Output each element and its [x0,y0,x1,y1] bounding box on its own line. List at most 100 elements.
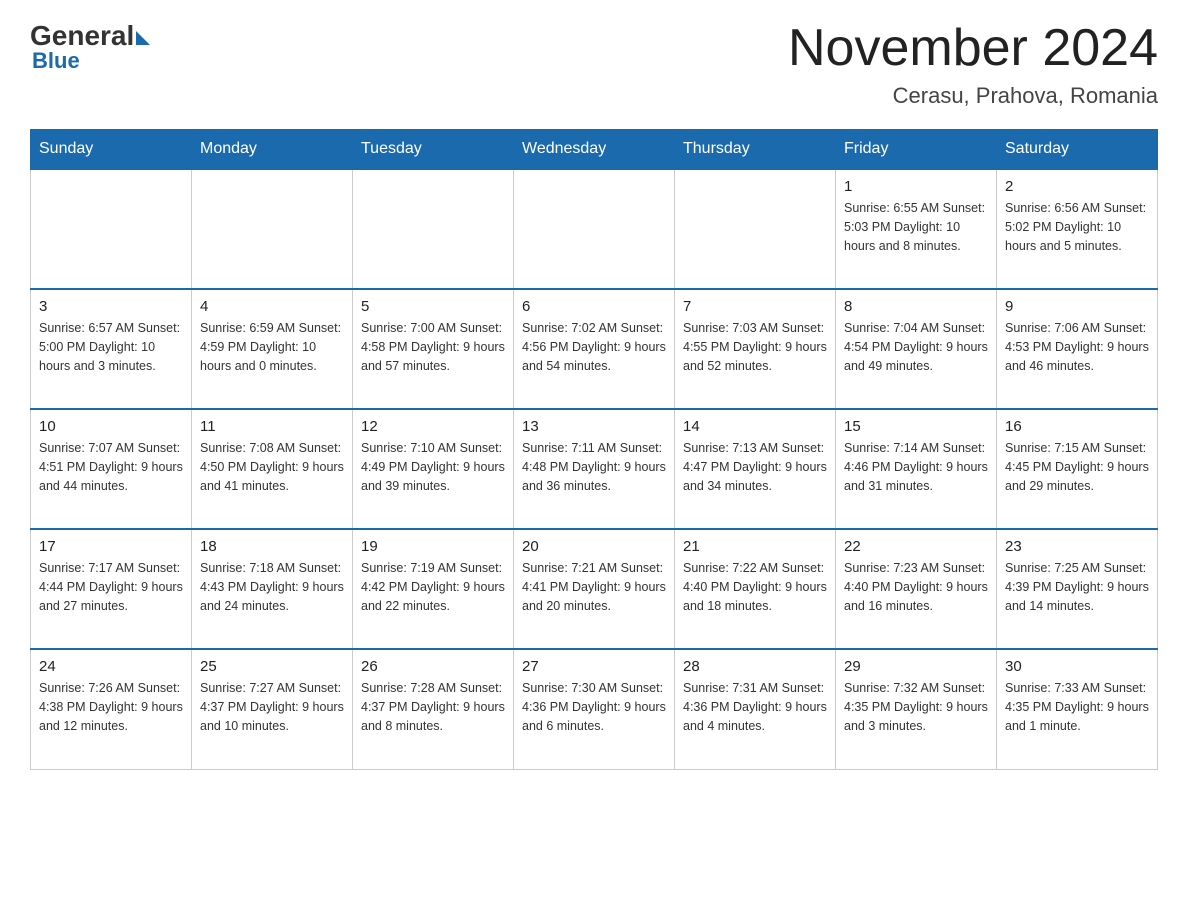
day-number: 19 [361,538,505,555]
page-header: General Blue November 2024 Cerasu, Praho… [30,20,1158,109]
day-info: Sunrise: 6:55 AM Sunset: 5:03 PM Dayligh… [844,199,988,255]
calendar-cell [514,169,675,289]
day-number: 10 [39,418,183,435]
calendar-cell: 5 Sunrise: 7:00 AM Sunset: 4:58 PM Daylig… [353,289,514,409]
calendar-subtitle: Cerasu, Prahova, Romania [788,83,1158,109]
weekday-header-saturday: Saturday [997,130,1158,170]
logo-blue-text: Blue [32,48,80,74]
weekday-header-wednesday: Wednesday [514,130,675,170]
calendar-cell: 8 Sunrise: 7:04 AM Sunset: 4:54 PM Daylig… [836,289,997,409]
calendar-cell: 17 Sunrise: 7:17 AM Sunset: 4:44 PM Dayli… [31,529,192,649]
day-number: 13 [522,418,666,435]
day-number: 2 [1005,178,1149,195]
day-info: Sunrise: 7:15 AM Sunset: 4:45 PM Dayligh… [1005,439,1149,495]
day-number: 23 [1005,538,1149,555]
day-info: Sunrise: 7:11 AM Sunset: 4:48 PM Dayligh… [522,439,666,495]
day-number: 12 [361,418,505,435]
day-info: Sunrise: 7:14 AM Sunset: 4:46 PM Dayligh… [844,439,988,495]
calendar-week-1: 1 Sunrise: 6:55 AM Sunset: 5:03 PM Daylig… [31,169,1158,289]
weekday-header-friday: Friday [836,130,997,170]
day-info: Sunrise: 7:13 AM Sunset: 4:47 PM Dayligh… [683,439,827,495]
calendar-cell: 11 Sunrise: 7:08 AM Sunset: 4:50 PM Dayli… [192,409,353,529]
calendar-cell: 30Sunrise: 7:33 AM Sunset: 4:35 PM Dayli… [997,649,1158,769]
day-info: Sunrise: 7:07 AM Sunset: 4:51 PM Dayligh… [39,439,183,495]
day-number: 17 [39,538,183,555]
calendar-cell: 18 Sunrise: 7:18 AM Sunset: 4:43 PM Dayli… [192,529,353,649]
calendar-body: 1 Sunrise: 6:55 AM Sunset: 5:03 PM Daylig… [31,169,1158,769]
calendar-cell: 10 Sunrise: 7:07 AM Sunset: 4:51 PM Dayli… [31,409,192,529]
calendar-cell: 16 Sunrise: 7:15 AM Sunset: 4:45 PM Dayli… [997,409,1158,529]
day-info: Sunrise: 7:30 AM Sunset: 4:36 PM Dayligh… [522,679,666,735]
weekday-header-monday: Monday [192,130,353,170]
day-info: Sunrise: 7:26 AM Sunset: 4:38 PM Dayligh… [39,679,183,735]
day-info: Sunrise: 7:31 AM Sunset: 4:36 PM Dayligh… [683,679,827,735]
calendar-cell [675,169,836,289]
day-number: 26 [361,658,505,675]
day-info: Sunrise: 7:17 AM Sunset: 4:44 PM Dayligh… [39,559,183,615]
calendar-cell: 7 Sunrise: 7:03 AM Sunset: 4:55 PM Daylig… [675,289,836,409]
day-number: 5 [361,298,505,315]
day-info: Sunrise: 7:28 AM Sunset: 4:37 PM Dayligh… [361,679,505,735]
day-info: Sunrise: 7:22 AM Sunset: 4:40 PM Dayligh… [683,559,827,615]
day-info: Sunrise: 7:18 AM Sunset: 4:43 PM Dayligh… [200,559,344,615]
day-number: 16 [1005,418,1149,435]
day-info: Sunrise: 7:23 AM Sunset: 4:40 PM Dayligh… [844,559,988,615]
calendar-cell: 4Sunrise: 6:59 AM Sunset: 4:59 PM Daylig… [192,289,353,409]
calendar-cell: 13 Sunrise: 7:11 AM Sunset: 4:48 PM Dayli… [514,409,675,529]
day-number: 1 [844,178,988,195]
calendar-cell: 19 Sunrise: 7:19 AM Sunset: 4:42 PM Dayli… [353,529,514,649]
calendar-cell: 29 Sunrise: 7:32 AM Sunset: 4:35 PM Dayli… [836,649,997,769]
calendar-cell: 6 Sunrise: 7:02 AM Sunset: 4:56 PM Daylig… [514,289,675,409]
day-number: 27 [522,658,666,675]
calendar-cell: 2 Sunrise: 6:56 AM Sunset: 5:02 PM Daylig… [997,169,1158,289]
calendar-week-2: 3Sunrise: 6:57 AM Sunset: 5:00 PM Daylig… [31,289,1158,409]
day-number: 6 [522,298,666,315]
calendar-title: November 2024 [788,20,1158,77]
day-number: 21 [683,538,827,555]
logo: General Blue [30,20,150,74]
calendar-header: SundayMondayTuesdayWednesdayThursdayFrid… [31,130,1158,170]
logo-arrow-icon [136,31,150,45]
weekday-header-row: SundayMondayTuesdayWednesdayThursdayFrid… [31,130,1158,170]
day-info: Sunrise: 7:06 AM Sunset: 4:53 PM Dayligh… [1005,319,1149,375]
day-info: Sunrise: 7:03 AM Sunset: 4:55 PM Dayligh… [683,319,827,375]
calendar-cell: 24 Sunrise: 7:26 AM Sunset: 4:38 PM Dayli… [31,649,192,769]
day-number: 14 [683,418,827,435]
day-info: Sunrise: 7:33 AM Sunset: 4:35 PM Dayligh… [1005,679,1149,735]
weekday-header-sunday: Sunday [31,130,192,170]
title-section: November 2024 Cerasu, Prahova, Romania [788,20,1158,109]
day-info: Sunrise: 7:19 AM Sunset: 4:42 PM Dayligh… [361,559,505,615]
calendar-cell: 25Sunrise: 7:27 AM Sunset: 4:37 PM Dayli… [192,649,353,769]
calendar-cell: 12 Sunrise: 7:10 AM Sunset: 4:49 PM Dayli… [353,409,514,529]
day-info: Sunrise: 6:56 AM Sunset: 5:02 PM Dayligh… [1005,199,1149,255]
day-number: 7 [683,298,827,315]
day-info: Sunrise: 7:10 AM Sunset: 4:49 PM Dayligh… [361,439,505,495]
day-number: 11 [200,418,344,435]
calendar-week-5: 24 Sunrise: 7:26 AM Sunset: 4:38 PM Dayli… [31,649,1158,769]
day-number: 8 [844,298,988,315]
day-info: Sunrise: 7:08 AM Sunset: 4:50 PM Dayligh… [200,439,344,495]
calendar-week-3: 10 Sunrise: 7:07 AM Sunset: 4:51 PM Dayli… [31,409,1158,529]
day-number: 3 [39,298,183,315]
day-number: 29 [844,658,988,675]
day-info: Sunrise: 7:32 AM Sunset: 4:35 PM Dayligh… [844,679,988,735]
day-number: 22 [844,538,988,555]
day-info: Sunrise: 7:00 AM Sunset: 4:58 PM Dayligh… [361,319,505,375]
day-number: 24 [39,658,183,675]
weekday-header-tuesday: Tuesday [353,130,514,170]
day-number: 9 [1005,298,1149,315]
day-number: 25 [200,658,344,675]
calendar-cell: 9 Sunrise: 7:06 AM Sunset: 4:53 PM Daylig… [997,289,1158,409]
day-info: Sunrise: 7:02 AM Sunset: 4:56 PM Dayligh… [522,319,666,375]
day-info: Sunrise: 7:04 AM Sunset: 4:54 PM Dayligh… [844,319,988,375]
calendar-cell [31,169,192,289]
day-info: Sunrise: 6:59 AM Sunset: 4:59 PM Dayligh… [200,319,344,375]
calendar-cell: 28 Sunrise: 7:31 AM Sunset: 4:36 PM Dayli… [675,649,836,769]
calendar-cell: 22 Sunrise: 7:23 AM Sunset: 4:40 PM Dayli… [836,529,997,649]
day-number: 18 [200,538,344,555]
weekday-header-thursday: Thursday [675,130,836,170]
calendar-cell: 23Sunrise: 7:25 AM Sunset: 4:39 PM Dayli… [997,529,1158,649]
calendar-cell: 3Sunrise: 6:57 AM Sunset: 5:00 PM Daylig… [31,289,192,409]
day-number: 28 [683,658,827,675]
calendar-cell: 20Sunrise: 7:21 AM Sunset: 4:41 PM Dayli… [514,529,675,649]
